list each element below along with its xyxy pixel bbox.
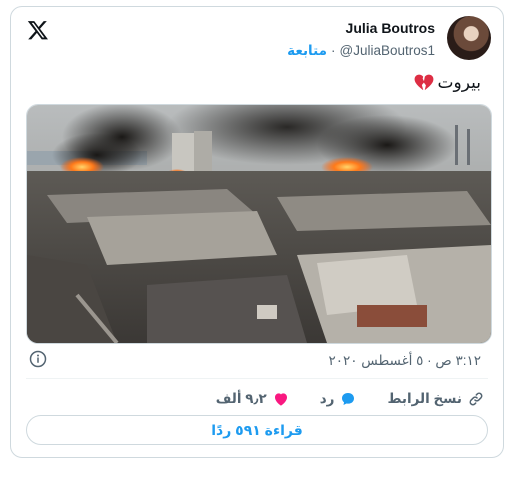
separator-dot: ·: [330, 43, 336, 58]
tweet-timestamp[interactable]: ٣:١٢ ص · ٥ أغسطس ٢٠٢٠: [328, 353, 481, 369]
handle-row: متابعة · @JuliaBoutros1: [287, 43, 435, 59]
display-name[interactable]: Julia Boutros: [346, 20, 435, 36]
avatar[interactable]: [447, 16, 491, 60]
copy-link-label: نسخ الرابط: [387, 391, 462, 406]
heart-icon: [274, 393, 287, 406]
x-logo-icon[interactable]: [27, 19, 49, 41]
copy-link-button[interactable]: نسخ الرابط: [387, 390, 485, 408]
tweet-embed-card: Julia Boutros متابعة · @JuliaBoutros1 بيرو…: [10, 6, 504, 458]
tweet-text: بيروت: [414, 73, 481, 93]
reply-label: رد: [319, 391, 335, 406]
reply-bubble-icon: [342, 393, 355, 405]
broken-heart-icon: [414, 74, 433, 91]
divider: [26, 378, 488, 379]
like-button[interactable]: ٩٫٢ ألف: [216, 390, 290, 408]
read-replies-button[interactable]: قراءة ٥٩١ ردًا: [26, 415, 488, 445]
info-icon[interactable]: [29, 350, 47, 368]
reply-button[interactable]: رد: [320, 390, 358, 408]
tweet-body: بيروت: [437, 73, 481, 92]
explosion-aftermath-photo: [27, 105, 491, 343]
follow-link[interactable]: متابعة: [287, 43, 327, 58]
tweet-media-photo[interactable]: [26, 104, 492, 344]
action-bar: ٩٫٢ ألف رد نسخ الرابط: [216, 389, 485, 409]
like-count: ٩٫٢ ألف: [215, 391, 267, 406]
user-handle[interactable]: @JuliaBoutros1: [339, 43, 435, 58]
link-icon: [469, 392, 483, 406]
